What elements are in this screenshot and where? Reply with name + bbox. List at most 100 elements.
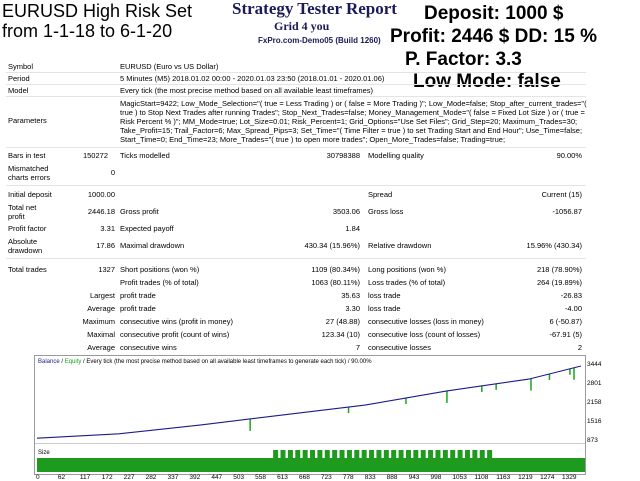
period-label: Period [8,74,30,83]
lowmode-caption: Low Mode: false [413,71,561,92]
mismatch-label-2: charts errors [8,173,51,182]
y-tick-label: 1516 [587,417,602,425]
largest-loss-label: loss trade [368,291,401,300]
deposit-caption: Deposit: 1000 $ [424,3,564,24]
header-date-range: from 1-1-18 to 6-1-20 [2,21,173,41]
maximum-label: Maximum [82,317,115,326]
avg-profit-label: profit trade [120,304,156,313]
chart-legend: Balance / Equity / Every tick (the most … [38,359,372,365]
gross-loss-label: Gross loss [368,207,404,216]
short-positions-label: Short positions (won %) [120,265,200,274]
divider [6,84,586,85]
abs-drawdown-value: 17.86 [96,241,115,250]
gross-profit-label: Gross profit [120,207,159,216]
avg-profit-value: 3.30 [345,304,360,313]
abs-drawdown-label-2: drawdown [8,246,43,255]
maximal-cons-profit-value: 123.34 (10) [321,330,360,339]
divider [6,258,586,259]
parameters-label: Parameters [8,116,47,125]
expected-payoff-label: Expected payoff [120,224,174,233]
average-label: Average [87,304,115,313]
profit-factor-label: Profit factor [8,224,47,233]
profit-factor-value: 3.31 [100,224,115,233]
y-tick-label: 873 [587,437,598,444]
gross-profit-value: 3503.06 [332,207,360,216]
balance-chart: Balance / Equity / Every tick (the most … [34,355,586,475]
spread-value: Current (15) [541,190,582,199]
largest-profit-value: 35.63 [341,291,360,300]
parameters-value: MagicStart=9422; Low_Mode_Selection="( t… [120,99,587,144]
symbol-label: Symbol [8,62,34,71]
max-cons-losses-value: 6 (-50.87) [549,317,582,326]
average-cons-label: Average [87,343,115,352]
avg-cons-wins-label: consecutive wins [120,343,177,352]
max-cons-wins-value: 27 (48.88) [325,317,360,326]
legend-rest: / Every tick (the most precise method ba… [81,359,372,365]
y-tick-label: 2158 [587,399,602,406]
init-deposit-value: 1000.00 [87,190,115,199]
quality-label: Modelling quality [368,151,424,160]
maximal-cons-loss-value: -67.91 (5) [549,330,582,339]
avg-loss-value: -4.00 [564,304,582,313]
profit-trades-label: Profit trades (% of total) [120,278,199,287]
header-pair-title: EURUSD High Risk Set [2,1,193,21]
pfactor-caption: P. Factor: 3.3 [405,49,522,70]
avg-cons-losses-value: 2 [577,343,582,352]
y-tick-label: 2801 [587,380,602,387]
gross-loss-value: -1056.87 [552,207,582,216]
largest-label: Largest [89,291,115,300]
largest-loss-value: -26.83 [560,291,582,300]
divider [6,96,586,97]
mismatch-label: Mismatched [8,164,49,173]
ticks-value: 30798388 [326,151,360,160]
rel-drawdown-label: Relative drawdown [368,241,432,250]
max-cons-wins-label: consecutive wins (profit in money) [120,317,233,326]
report-server: FxPro.com-Demo05 (Build 1260) [258,36,381,45]
period-value: 5 Minutes (M5) 2018.01.02 00:00 - 2020.0… [120,74,385,83]
profit-trades-value: 1063 (80.11%) [311,278,360,287]
long-positions-value: 218 (78.90%) [536,265,582,274]
net-profit-label: Total net [8,203,37,212]
avg-loss-label: loss trade [368,304,401,313]
net-profit-value: 2446.18 [87,207,115,216]
y-tick-label: 3444 [587,361,602,368]
mismatch-value: 0 [110,168,115,177]
expected-payoff-value: 1.84 [345,224,360,233]
init-deposit-label: Initial deposit [8,190,52,199]
avg-cons-wins-value: 7 [355,343,360,352]
quality-value: 90.00% [556,151,582,160]
model-label: Model [8,86,29,95]
short-positions-value: 1109 (80.34%) [311,265,360,274]
max-cons-losses-label: consecutive losses (loss in money) [368,317,484,326]
bars-value: 150272 [82,151,108,160]
spread-label: Spread [368,190,393,199]
legend-equity: Equity [65,359,82,365]
bars-label: Bars in test [8,151,46,160]
balance-chart-svg: Balance / Equity / Every tick (the most … [35,356,586,474]
divider [6,147,586,148]
total-trades-value: 1327 [98,265,115,274]
legend-balance: Balance [38,359,60,365]
symbol-value: EURUSD (Euro vs US Dollar) [120,62,219,71]
net-profit-label-2: profit [8,212,25,221]
ticks-label: Ticks modelled [120,151,170,160]
model-value: Every tick (the most precise method base… [120,86,374,95]
size-label: Size [38,450,50,456]
divider [6,72,586,73]
maximal-cons-loss-label: consecutive loss (count of losses) [368,330,481,339]
total-trades-label: Total trades [8,265,47,274]
maximal-cons-profit-label: consecutive profit (count of wins) [120,330,230,339]
divider [6,185,586,186]
rel-drawdown-value: 15.96% (430.34) [526,241,582,250]
profit-dd-caption: Profit: 2446 $ DD: 15 % [390,26,597,47]
abs-drawdown-label: Absolute [8,237,38,246]
long-positions-label: Long positions (won %) [368,265,446,274]
size-bar [580,458,586,472]
max-drawdown-value: 430.34 (15.96%) [304,241,360,250]
maximal-label: Maximal [87,330,115,339]
loss-trades-label: Loss trades (% of total) [368,278,446,287]
max-drawdown-label: Maximal drawdown [120,241,185,250]
loss-trades-value: 264 (19.89%) [536,278,582,287]
avg-cons-losses-label: consecutive losses [368,343,431,352]
report-title: Strategy Tester Report [232,0,397,18]
